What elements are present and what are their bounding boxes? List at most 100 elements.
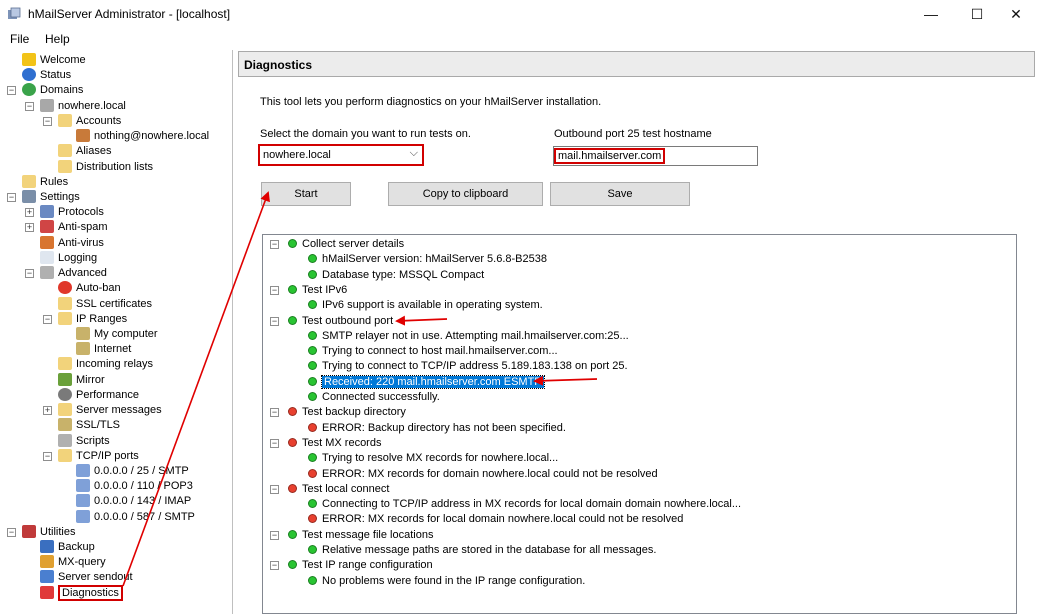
- result-item[interactable]: ERROR: MX records for domain nowhere.loc…: [308, 467, 658, 482]
- result-item[interactable]: Trying to connect to TCP/IP address 5.18…: [308, 359, 628, 374]
- expand-icon[interactable]: +: [43, 406, 52, 416]
- result-group[interactable]: − Collect server details: [270, 237, 405, 252]
- tree-item-internet[interactable]: Internet: [76, 342, 131, 357]
- result-group[interactable]: − Test backup directory: [270, 405, 406, 420]
- tree-item-welcome[interactable]: Welcome: [22, 53, 86, 68]
- result-label: Test MX records: [302, 436, 382, 449]
- antispam-icon: [40, 220, 54, 234]
- result-item[interactable]: No problems were found in the IP range c…: [308, 574, 585, 589]
- collapse-icon[interactable]: −: [43, 314, 52, 324]
- result-item[interactable]: ERROR: MX records for local domain nowhe…: [308, 512, 683, 527]
- domain-select[interactable]: nowhere.local ⌵: [258, 144, 424, 166]
- tree-item-server-sendout[interactable]: Server sendout: [40, 570, 133, 585]
- collapse-icon[interactable]: −: [270, 316, 279, 326]
- minimize-button[interactable]: —: [908, 3, 954, 27]
- tree-item-anti-spam[interactable]: + Anti-spam: [25, 220, 108, 235]
- result-item[interactable]: Database type: MSSQL Compact: [308, 268, 484, 283]
- collapse-icon[interactable]: −: [7, 527, 16, 537]
- result-label: Collect server details: [302, 238, 405, 250]
- result-item[interactable]: ERROR: Backup directory has not been spe…: [308, 421, 566, 436]
- navigation-tree[interactable]: Welcome Status − Domains − nowhere.local − Acco…: [0, 50, 233, 614]
- result-group[interactable]: − Test MX records: [270, 436, 382, 451]
- tree-item-0-0-0-0-110-pop3[interactable]: 0.0.0.0 / 110 / POP3: [76, 479, 193, 494]
- collapse-icon[interactable]: −: [43, 451, 52, 461]
- collapse-icon[interactable]: −: [7, 192, 16, 202]
- result-item[interactable]: Received: 220 mail.hmailserver.com ESMTP: [308, 374, 545, 390]
- menu-file[interactable]: File: [10, 32, 29, 46]
- tree-item-performance[interactable]: Performance: [58, 387, 139, 403]
- result-item[interactable]: Relative message paths are stored in the…: [308, 543, 656, 558]
- collapse-icon[interactable]: −: [270, 408, 279, 418]
- result-group[interactable]: − Test IP range configuration: [270, 558, 433, 573]
- tree-item-settings[interactable]: − Settings: [7, 189, 80, 205]
- tree-item-0-0-0-0-587-smtp[interactable]: 0.0.0.0 / 587 / SMTP: [76, 509, 195, 525]
- close-button[interactable]: ✕: [993, 3, 1038, 27]
- tree-item-ssl-certificates[interactable]: SSL certificates: [58, 296, 152, 312]
- result-item[interactable]: Trying to resolve MX records for nowhere…: [308, 451, 558, 466]
- tree-item-label: Server messages: [76, 404, 162, 417]
- tree-item-auto-ban[interactable]: Auto-ban: [58, 281, 121, 296]
- tree-item-ip-ranges[interactable]: − IP Ranges: [43, 311, 127, 327]
- feather-icon: [76, 509, 90, 523]
- collapse-icon[interactable]: −: [270, 561, 279, 571]
- result-group[interactable]: − Test local connect: [270, 482, 389, 497]
- tree-item-utilities[interactable]: − Utilities: [7, 524, 75, 540]
- collapse-icon[interactable]: −: [25, 269, 34, 279]
- tree-item-status[interactable]: Status: [22, 68, 71, 83]
- result-item[interactable]: IPv6 support is available in operating s…: [308, 298, 543, 313]
- result-item[interactable]: Connecting to TCP/IP address in MX recor…: [308, 497, 741, 512]
- tree-item-label: SSL/TLS: [76, 419, 121, 432]
- tree-item-0-0-0-0-143-imap[interactable]: 0.0.0.0 / 143 / IMAP: [76, 494, 191, 509]
- collapse-icon[interactable]: −: [25, 101, 34, 111]
- start-button[interactable]: Start: [261, 182, 351, 206]
- tree-item-nothing-nowhere-local[interactable]: nothing@nowhere.local: [76, 129, 209, 144]
- tree-item-rules[interactable]: Rules: [22, 174, 68, 190]
- tree-item-aliases[interactable]: Aliases: [58, 144, 111, 159]
- tree-item-protocols[interactable]: + Protocols: [25, 205, 104, 220]
- tree-item-anti-virus[interactable]: Anti-virus: [40, 235, 104, 251]
- tree-item-nowhere-local[interactable]: − nowhere.local: [25, 98, 126, 114]
- diagnostics-results-tree[interactable]: − Collect server details hMailServer versi…: [262, 234, 1017, 614]
- hostname-input[interactable]: mail.hmailserver.com: [553, 146, 758, 166]
- status-error-icon: [308, 468, 317, 478]
- tree-item-accounts[interactable]: − Accounts: [43, 113, 121, 129]
- menu-help[interactable]: Help: [45, 32, 70, 46]
- globe-icon: [22, 83, 36, 97]
- collapse-icon[interactable]: −: [7, 86, 16, 96]
- expand-icon[interactable]: +: [25, 223, 34, 233]
- result-item[interactable]: SMTP relayer not in use. Attempting mail…: [308, 329, 629, 344]
- result-label: Test IP range configuration: [302, 559, 433, 572]
- tree-item-advanced[interactable]: − Advanced: [25, 266, 107, 281]
- tree-item-0-0-0-0-25-smtp[interactable]: 0.0.0.0 / 25 / SMTP: [76, 463, 189, 479]
- tree-item-domains[interactable]: − Domains: [7, 83, 83, 98]
- tree-item-ssl-tls[interactable]: SSL/TLS: [58, 418, 120, 433]
- tree-item-tcp-ip-ports[interactable]: − TCP/IP ports: [43, 448, 139, 464]
- tree-item-my-computer[interactable]: My computer: [76, 326, 158, 342]
- tree-item-distribution-lists[interactable]: Distribution lists: [58, 159, 153, 175]
- result-group[interactable]: − Test message file locations: [270, 528, 433, 543]
- save-button[interactable]: Save: [550, 182, 690, 206]
- collapse-icon[interactable]: −: [270, 285, 279, 295]
- result-item[interactable]: Trying to connect to host mail.hmailserv…: [308, 344, 558, 359]
- result-item[interactable]: Connected successfully.: [308, 390, 440, 405]
- tree-item-incoming-relays[interactable]: Incoming relays: [58, 357, 153, 372]
- tree-item-mirror[interactable]: Mirror: [58, 372, 105, 388]
- tree-item-server-messages[interactable]: + Server messages: [43, 403, 162, 418]
- collapse-icon[interactable]: −: [270, 484, 279, 494]
- collapse-icon[interactable]: −: [270, 438, 279, 448]
- tree-item-scripts[interactable]: Scripts: [58, 433, 110, 449]
- copy-to-clipboard-button[interactable]: Copy to clipboard: [388, 182, 543, 206]
- tree-item-backup[interactable]: Backup: [40, 540, 95, 555]
- tree-item-mx-query[interactable]: MX-query: [40, 555, 106, 570]
- result-item[interactable]: hMailServer version: hMailServer 5.6.8-B…: [308, 252, 547, 267]
- chevron-down-icon[interactable]: ⌵: [410, 147, 418, 160]
- domain-label: Select the domain you want to run tests …: [260, 128, 471, 140]
- result-group[interactable]: − Test IPv6: [270, 283, 347, 298]
- collapse-icon[interactable]: −: [43, 116, 52, 126]
- tree-item-logging[interactable]: Logging: [40, 250, 97, 266]
- result-group[interactable]: − Test outbound port: [270, 314, 393, 329]
- collapse-icon[interactable]: −: [270, 240, 279, 249]
- collapse-icon[interactable]: −: [270, 530, 279, 540]
- expand-icon[interactable]: +: [25, 208, 34, 218]
- tree-item-diagnostics[interactable]: Diagnostics: [40, 584, 123, 601]
